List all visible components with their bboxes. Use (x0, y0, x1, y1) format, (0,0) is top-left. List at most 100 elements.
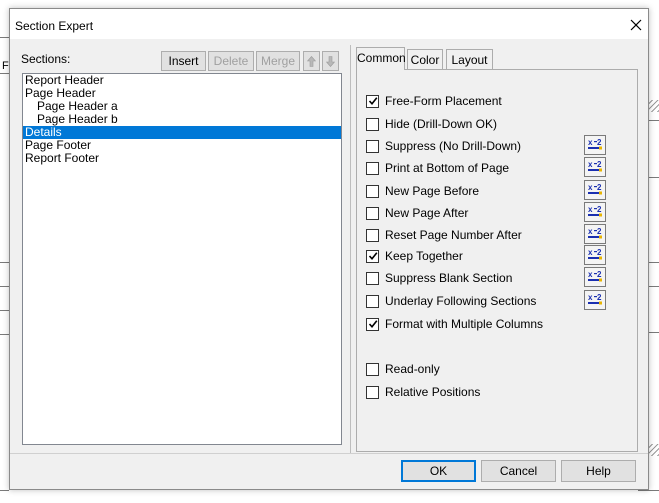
option-underlay-following-sections[interactable]: Underlay Following Sections (366, 293, 536, 309)
cancel-button[interactable]: Cancel (481, 460, 556, 482)
formula-x2-icon: x2 (588, 205, 602, 217)
help-button[interactable]: Help (561, 460, 636, 482)
formula-button[interactable]: x2 (584, 267, 606, 287)
option-label: New Page Before (385, 184, 480, 198)
option-format-with-multiple-columns[interactable]: Format with Multiple Columns (366, 316, 543, 332)
close-button[interactable] (614, 11, 658, 39)
formula-button[interactable]: x2 (584, 245, 606, 265)
checkbox[interactable] (366, 206, 379, 220)
option-suppress-no-drill-down[interactable]: Suppress (No Drill-Down) (366, 138, 521, 154)
sections-label: Sections: (21, 52, 71, 66)
option-new-page-after[interactable]: New Page After (366, 205, 468, 221)
svg-text:x: x (588, 248, 593, 257)
option-suppress-blank-section[interactable]: Suppress Blank Section (366, 270, 512, 286)
formula-button[interactable]: x2 (584, 290, 606, 310)
move-down-button[interactable] (322, 51, 339, 71)
svg-text:x: x (588, 270, 593, 279)
checkbox[interactable] (366, 94, 379, 108)
checkbox[interactable] (366, 362, 379, 376)
formula-button[interactable]: x2 (584, 180, 606, 200)
checkmark-icon (368, 97, 377, 106)
tab-common[interactable]: Common (356, 47, 406, 70)
svg-text:x: x (588, 293, 593, 302)
formula-x2-icon: x2 (588, 248, 602, 260)
option-label: Print at Bottom of Page (385, 161, 510, 175)
option-label: Reset Page Number After (385, 228, 522, 242)
svg-text:2: 2 (597, 205, 602, 214)
option-print-at-bottom-of-page[interactable]: Print at Bottom of Page (366, 160, 509, 176)
tab-color[interactable]: Color (407, 49, 443, 70)
formula-x2-icon: x2 (588, 227, 602, 239)
arrow-up-icon (307, 55, 316, 67)
svg-text:x: x (588, 138, 593, 147)
checkbox[interactable] (366, 117, 379, 131)
tab-layout[interactable]: Layout (446, 49, 493, 70)
option-relative-positions[interactable]: Relative Positions (366, 384, 480, 400)
move-up-button[interactable] (303, 51, 320, 71)
svg-text:2: 2 (597, 160, 602, 169)
formula-button[interactable]: x2 (584, 202, 606, 222)
option-new-page-before[interactable]: New Page Before (366, 183, 479, 199)
checkbox[interactable] (366, 228, 379, 242)
option-keep-together[interactable]: Keep Together (366, 248, 463, 264)
option-hide-drill-down-ok[interactable]: Hide (Drill-Down OK) (366, 116, 497, 132)
svg-text:2: 2 (597, 248, 602, 257)
option-label: Suppress (No Drill-Down) (385, 139, 522, 153)
section-expert-dialog: Section Expert Sections: Insert Delete M… (9, 8, 649, 490)
option-label: New Page After (385, 206, 469, 220)
svg-text:x: x (588, 160, 593, 169)
window-title: Section Expert (15, 19, 94, 33)
checkbox[interactable] (366, 161, 379, 175)
svg-text:x: x (588, 183, 593, 192)
option-read-only[interactable]: Read-only (366, 361, 440, 377)
option-free-form-placement[interactable]: Free-Form Placement (366, 93, 502, 109)
close-icon (630, 19, 642, 31)
option-label: Keep Together (385, 249, 463, 263)
sections-list[interactable]: Report Header Page Header Page Header a Pag… (22, 73, 342, 445)
formula-x2-icon: x2 (588, 138, 602, 150)
checkmark-icon (368, 252, 377, 261)
formula-x2-icon: x2 (588, 183, 602, 195)
formula-button[interactable]: x2 (584, 135, 606, 155)
checkbox[interactable] (366, 317, 379, 331)
formula-button[interactable]: x2 (584, 224, 606, 244)
svg-text:2: 2 (597, 270, 602, 279)
svg-text:x: x (588, 227, 593, 236)
option-label: Free-Form Placement (385, 94, 502, 108)
checkbox[interactable] (366, 249, 379, 263)
option-label: Underlay Following Sections (385, 294, 537, 308)
title-bar: Section Expert (10, 9, 648, 39)
checkbox[interactable] (366, 271, 379, 285)
footer-divider (10, 453, 648, 454)
option-label: Suppress Blank Section (385, 271, 513, 285)
formula-x2-icon: x2 (588, 160, 602, 172)
formula-x2-icon: x2 (588, 293, 602, 305)
checkbox[interactable] (366, 139, 379, 153)
svg-text:2: 2 (597, 227, 602, 236)
option-label: Hide (Drill-Down OK) (385, 117, 498, 131)
formula-x2-icon: x2 (588, 270, 602, 282)
panel-divider (350, 45, 351, 453)
option-label: Format with Multiple Columns (385, 317, 544, 331)
option-reset-page-number-after[interactable]: Reset Page Number After (366, 227, 522, 243)
delete-button[interactable]: Delete (208, 51, 254, 71)
checkbox[interactable] (366, 385, 379, 399)
background-fragment-text: F (2, 60, 9, 72)
svg-text:2: 2 (597, 138, 602, 147)
section-list-item[interactable]: Page Header b (23, 113, 341, 126)
svg-text:2: 2 (597, 183, 602, 192)
option-label: Relative Positions (385, 385, 481, 399)
checkbox[interactable] (366, 184, 379, 198)
svg-text:x: x (588, 205, 593, 214)
checkbox[interactable] (366, 294, 379, 308)
formula-button[interactable]: x2 (584, 157, 606, 177)
background-report-left: F (0, 0, 9, 503)
insert-button[interactable]: Insert (161, 51, 206, 71)
arrow-down-icon (326, 55, 335, 67)
option-label: Read-only (385, 362, 440, 376)
ok-button[interactable]: OK (401, 460, 476, 482)
svg-text:2: 2 (597, 293, 602, 302)
checkmark-icon (368, 320, 377, 329)
section-list-item[interactable]: Report Footer (23, 152, 341, 165)
merge-button[interactable]: Merge (256, 51, 300, 71)
